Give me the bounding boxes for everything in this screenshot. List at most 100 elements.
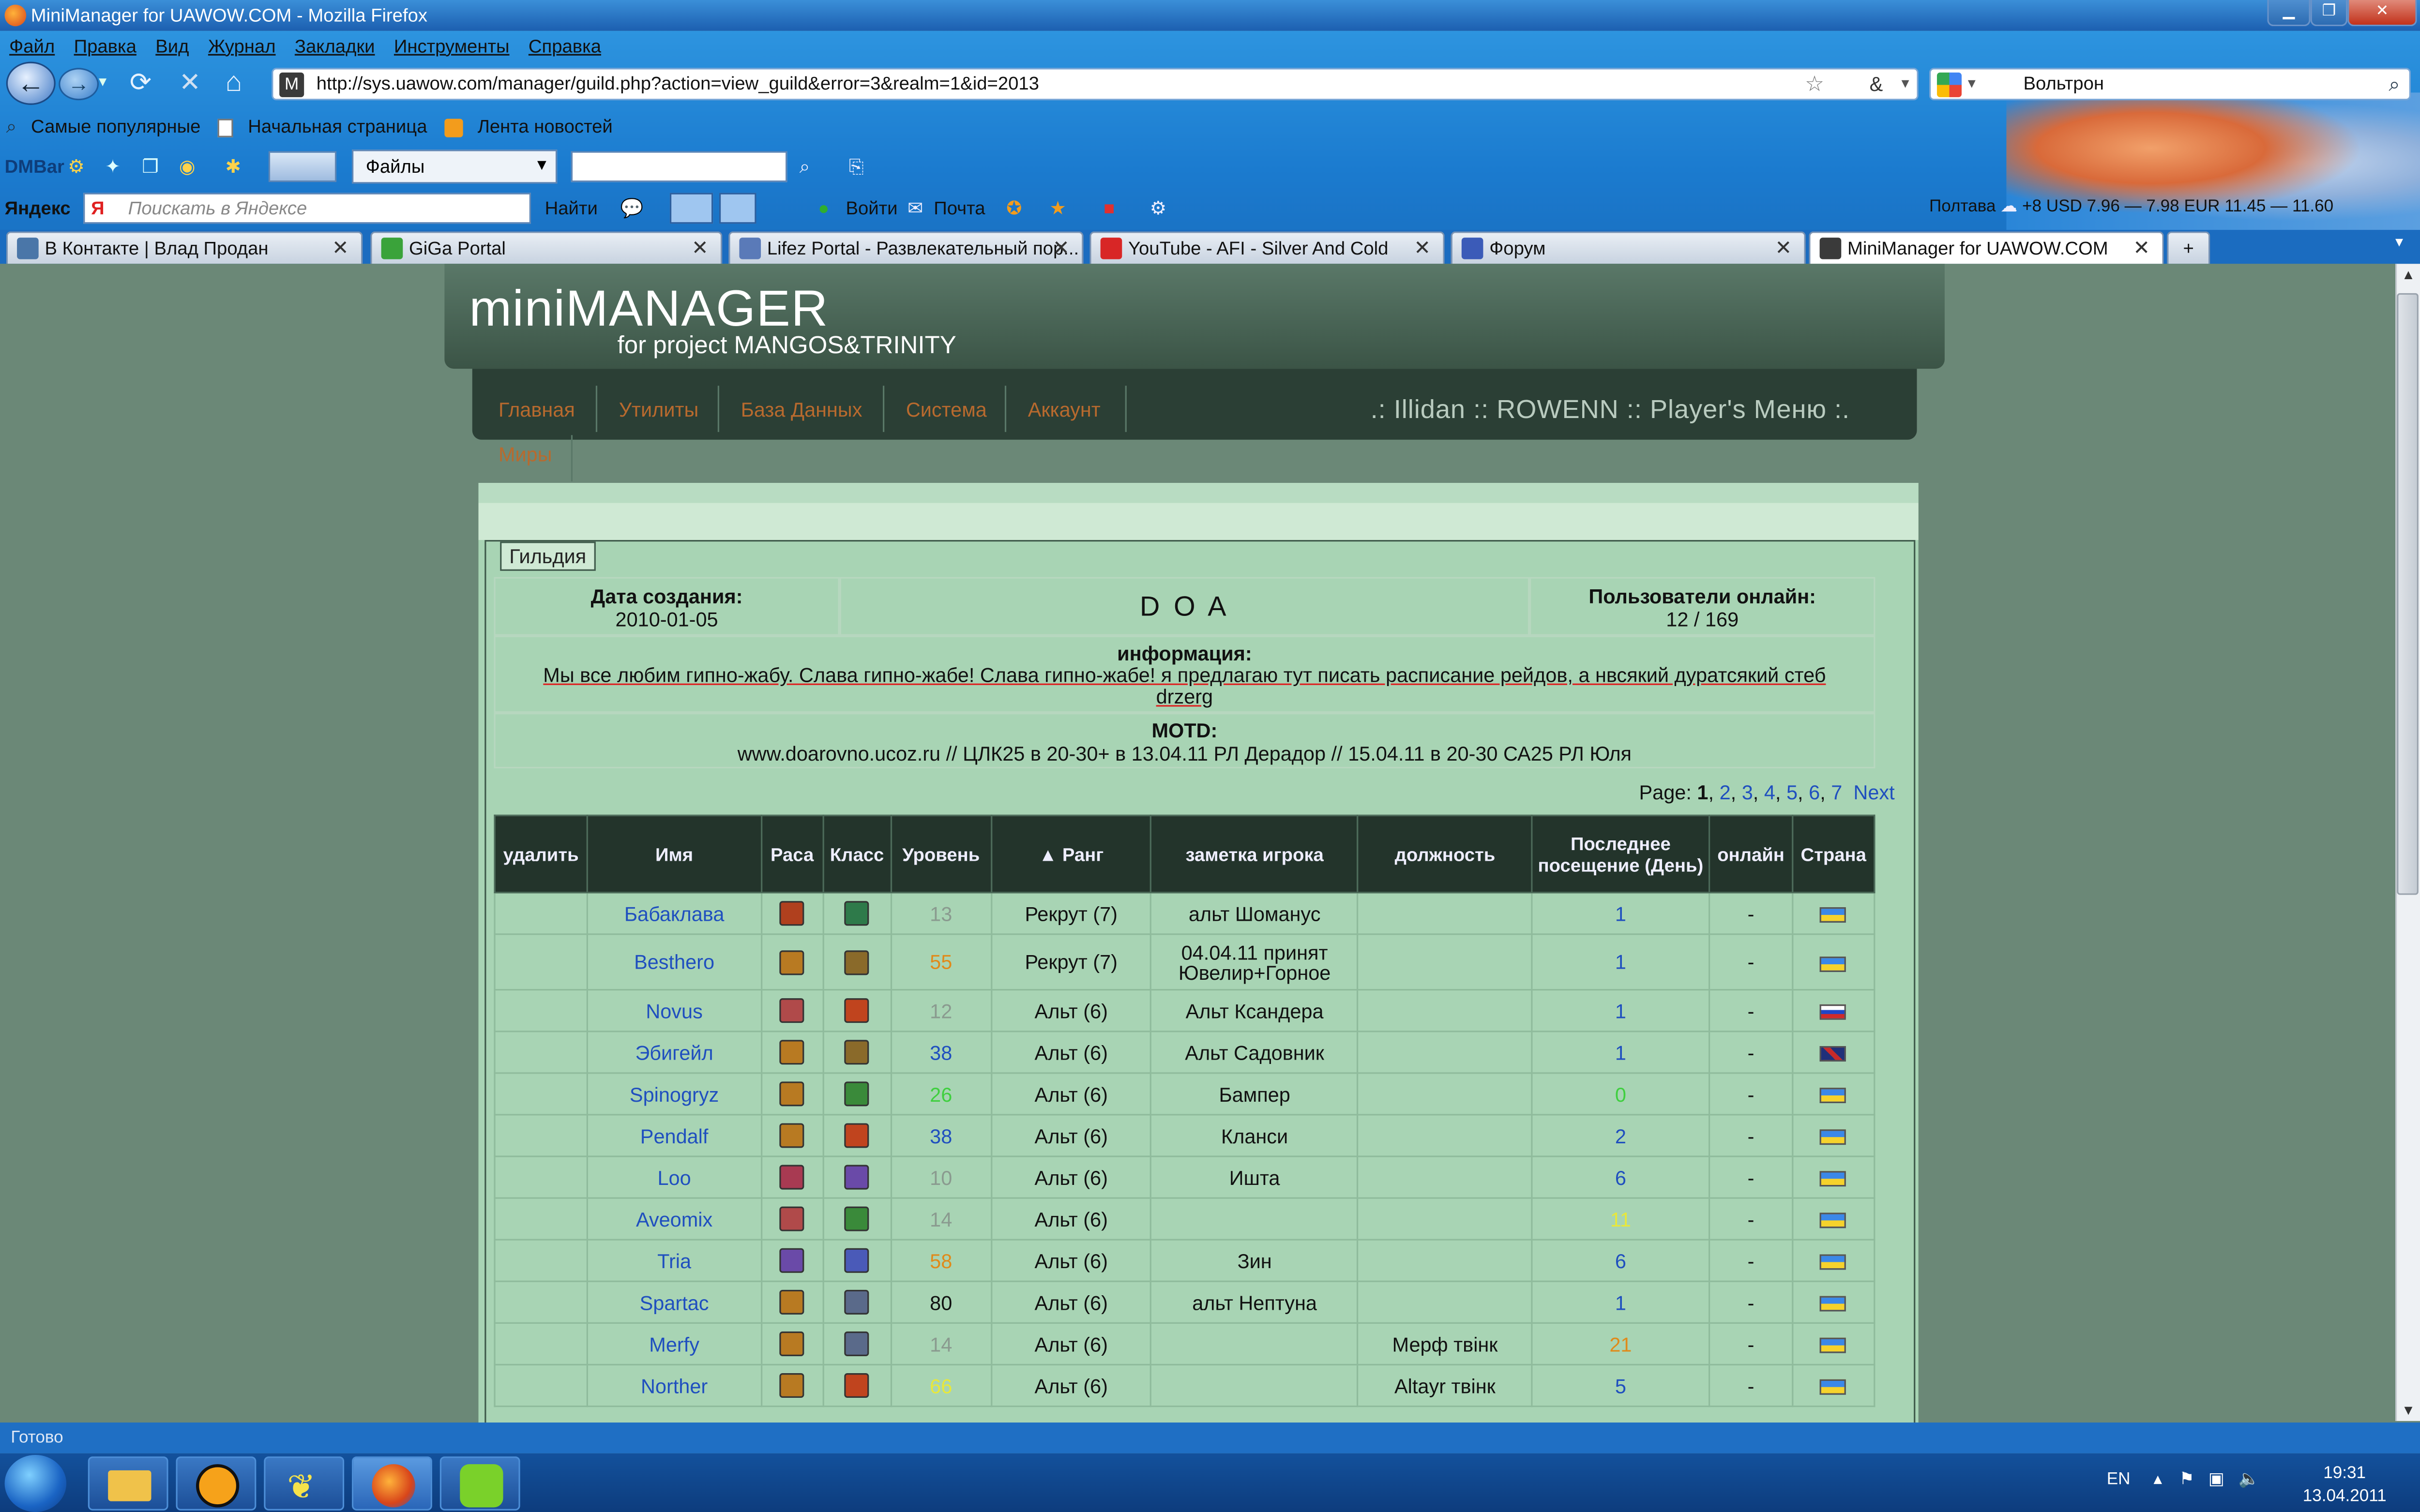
member-name-link[interactable]: Эбигейл [586,1031,762,1074]
tab-giga-portal[interactable]: GiGa Portal ✕ [370,231,723,264]
forward-button[interactable]: → [59,68,99,101]
history-dropdown-icon[interactable]: ▾ [99,74,106,91]
col-online[interactable]: онлайн [1708,814,1794,894]
menu-history[interactable]: Журнал [208,35,276,57]
yandex-find-button[interactable]: Найти [545,188,598,228]
page-link[interactable]: 3 [1742,781,1753,804]
toolbar-copy-icon[interactable]: ❐ [142,147,158,187]
nav-system[interactable]: Система [906,398,987,421]
bookmark-popular[interactable]: Самые популярные [31,116,200,137]
yandex-bar-icon[interactable]: ✪ [1006,188,1022,228]
col-delete[interactable]: удалить [494,814,588,894]
close-tab-icon[interactable]: ✕ [1053,233,1070,264]
language-indicator[interactable]: EN [2107,1470,2131,1489]
messenger-taskbar-icon[interactable]: ❦ [264,1456,345,1511]
toolbar-refresh-icon[interactable]: ✦ [105,147,121,187]
page-link[interactable]: 7 [1831,781,1842,804]
close-tab-icon[interactable]: ✕ [332,233,349,264]
tab-list-icon[interactable]: ▾ [2395,235,2403,252]
tray-expand-icon[interactable]: ▴ [2153,1470,2162,1489]
bookmark-start-page[interactable]: Начальная страница [248,116,427,137]
firefox-taskbar-icon[interactable] [352,1456,432,1511]
member-name-link[interactable]: Norther [586,1363,762,1407]
tab-vkontakte[interactable]: В Контакте | Влад Продан ✕ [6,231,363,264]
scroll-down-icon[interactable]: ▼ [2402,1403,2415,1418]
tab-minimanager[interactable]: MiniManager for UAWOW.COM ✕ [1809,231,2164,264]
menu-help[interactable]: Справка [529,35,601,57]
toolbar-hand-button[interactable] [268,151,337,182]
yandex-login-button[interactable]: Войти [846,188,897,228]
yandex-tasks-icon[interactable]: ■ [1104,188,1115,228]
dmbar-search-icon[interactable]: ⌕ [800,147,810,187]
col-level[interactable]: Уровень [890,814,992,894]
google-icon[interactable] [1936,72,1962,97]
scroll-up-icon[interactable]: ▲ [2402,267,2415,283]
scrollbar-thumb[interactable] [2397,293,2419,895]
tab-youtube[interactable]: YouTube - AFI - Silver And Cold ✕ [1089,231,1445,264]
volume-icon[interactable]: 🔈 [2238,1470,2260,1489]
player-menu[interactable]: .: Illidan :: ROWENN :: Player's Меню :. [1371,395,1850,426]
nav-account[interactable]: Аккаунт [1028,398,1101,421]
close-tab-icon[interactable]: ✕ [2133,233,2150,264]
toolbar-tools-icon[interactable]: ⚙ [68,147,84,187]
nav-home[interactable]: Главная [499,398,575,421]
col-class[interactable]: Класс [822,814,892,894]
col-note[interactable]: заметка игрока [1150,814,1359,894]
close-tab-icon[interactable]: ✕ [1414,233,1431,264]
menu-bookmarks[interactable]: Закладки [295,35,375,57]
toolbar-star-icon[interactable]: ✱ [226,147,241,187]
page-link[interactable]: 2 [1720,781,1731,804]
member-name-link[interactable]: Merfy [586,1322,762,1366]
menu-tools[interactable]: Инструменты [394,35,510,57]
page-link[interactable]: 6 [1809,781,1820,804]
member-name-link[interactable]: Novus [586,989,762,1033]
search-bar[interactable]: ▾ Вольтрон ⌕ [1929,68,2411,101]
tab-forum[interactable]: Форум ✕ [1451,231,1806,264]
member-name-link[interactable]: Tria [586,1239,762,1282]
col-race[interactable]: Раса [760,814,824,894]
page-next-link[interactable]: Next [1853,781,1894,804]
nav-realms[interactable]: Миры [499,443,552,466]
translate-icon[interactable]: & [1870,69,1883,99]
minimize-button[interactable]: ▁ [2267,0,2311,27]
yandex-check-button[interactable] [669,193,713,224]
nav-utilities[interactable]: Утилиты [619,398,699,421]
engine-dropdown-icon[interactable]: ▾ [1968,69,1976,99]
maximize-button[interactable]: ❐ [2310,0,2348,27]
menu-file[interactable]: Файл [9,35,55,57]
back-button[interactable]: ← [6,61,56,105]
col-officer-note[interactable]: должность [1357,814,1533,894]
files-dropdown[interactable]: Файлы ▼ [352,150,558,184]
reload-icon[interactable]: ⟳ [130,68,151,99]
member-name-link[interactable]: Spinogryz [586,1072,762,1116]
site-logo-title[interactable]: miniMANAGER [469,279,829,338]
page-link[interactable]: 5 [1786,781,1798,804]
home-icon[interactable]: ⌂ [226,66,242,99]
toolbar-globe-icon[interactable]: ◉ [179,147,195,187]
aimp-taskbar-icon[interactable] [176,1456,257,1511]
page-link[interactable]: 4 [1764,781,1775,804]
address-bar[interactable]: M http://sys.uawow.com/manager/guild.php… [272,68,1919,101]
bookmark-news-feed[interactable]: Лента новостей [478,116,613,137]
stop-icon[interactable]: ✕ [179,68,201,99]
url-dropdown-icon[interactable]: ▾ [1902,69,1909,99]
member-name-link[interactable]: Aveomix [586,1197,762,1241]
menu-edit[interactable]: Правка [74,35,136,57]
col-name[interactable]: Имя [586,814,762,894]
member-name-link[interactable]: Spartac [586,1280,762,1324]
yandex-translate-button[interactable] [719,193,756,224]
yandex-mail-button[interactable]: Почта [934,188,985,228]
clock[interactable]: 19:31 13.04.2011 [2303,1463,2387,1509]
yandex-search-input[interactable]: Я Поискать в Яндексе [83,193,531,224]
close-window-button[interactable]: ✕ [2347,0,2417,27]
dmbar-options-icon[interactable]: ⎘ [849,147,864,187]
yandex-settings-icon[interactable]: ⚙ [1150,188,1166,228]
col-country[interactable]: Страна [1791,814,1876,894]
nav-database[interactable]: База Данных [741,398,862,421]
yandex-chat-icon[interactable]: 💬 [620,188,644,228]
yandex-favorites-icon[interactable]: ★ [1049,188,1066,228]
search-icon[interactable]: ⌕ [2389,69,2400,99]
member-name-link[interactable]: Loo [586,1155,762,1199]
explorer-taskbar-icon[interactable] [88,1456,168,1511]
col-last-visit[interactable]: Последнее посещение (День) [1531,814,1710,894]
